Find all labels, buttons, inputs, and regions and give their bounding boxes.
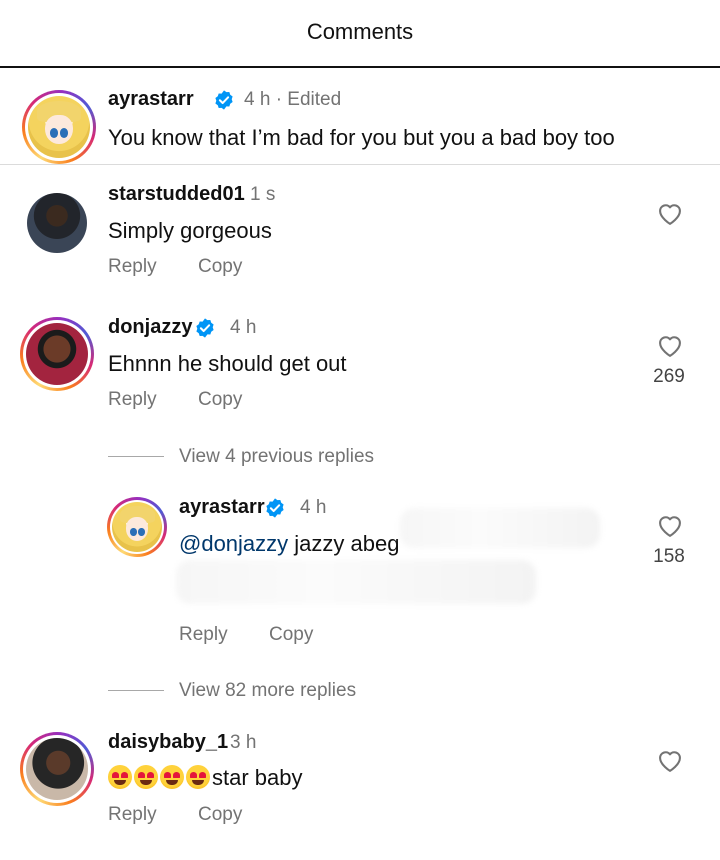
comment-username[interactable]: donjazzy — [108, 316, 192, 339]
copy-button[interactable]: Copy — [198, 256, 242, 278]
verified-badge-icon — [215, 90, 233, 110]
comment-time: 4 h — [230, 317, 257, 338]
reply-time: 4 h — [300, 497, 327, 518]
like-heart-icon[interactable] — [656, 512, 684, 538]
comment-username[interactable]: daisybaby_1 — [108, 731, 228, 754]
verified-badge-icon — [266, 498, 284, 518]
view-previous-replies[interactable]: View 4 previous replies — [179, 446, 374, 468]
comment-body: star baby — [212, 765, 303, 790]
heart-eyes-emoji-icon — [134, 765, 158, 789]
reply-body: jazzy abeg — [288, 531, 400, 556]
comment-text: Ehnnn he should get out — [108, 351, 347, 376]
comment-username[interactable]: starstudded01 — [108, 183, 245, 206]
heart-eyes-emoji-icon — [160, 765, 184, 789]
thread-line — [108, 456, 164, 457]
caption-meta: 4 h · Edited — [244, 89, 342, 110]
caption-divider — [0, 164, 720, 165]
comment-time: 3 h — [230, 732, 257, 753]
redacted-area — [400, 508, 600, 548]
avatar[interactable] — [112, 502, 162, 552]
like-heart-icon[interactable] — [656, 200, 684, 226]
reply-button[interactable]: Reply — [108, 389, 157, 411]
view-more-replies[interactable]: View 82 more replies — [179, 680, 356, 702]
heart-eyes-emoji-icon — [108, 765, 132, 789]
like-heart-icon[interactable] — [656, 747, 684, 773]
reply-text: @donjazzy jazzy abeg — [179, 531, 399, 557]
avatar[interactable] — [27, 193, 87, 253]
reply-button[interactable]: Reply — [179, 624, 228, 646]
avatar[interactable] — [26, 323, 88, 385]
like-heart-icon[interactable] — [656, 332, 684, 358]
page-title: Comments — [306, 19, 414, 44]
post-caption: ayrastarr 4 h · Edited You know that I’m… — [0, 68, 720, 164]
avatar[interactable] — [28, 96, 90, 158]
copy-button[interactable]: Copy — [198, 804, 242, 826]
reply-button[interactable]: Reply — [108, 804, 157, 826]
caption-username[interactable]: ayrastarr — [108, 88, 194, 111]
reply-username[interactable]: ayrastarr — [179, 496, 265, 519]
verified-badge-icon — [196, 318, 214, 338]
comment-text: Simply gorgeous — [108, 218, 272, 243]
reply-button[interactable]: Reply — [108, 256, 157, 278]
comments-header: Comments — [0, 0, 720, 68]
like-count: 269 — [653, 366, 685, 387]
comment-text: star baby — [108, 765, 303, 791]
copy-button[interactable]: Copy — [269, 624, 313, 646]
thread-line — [108, 690, 164, 691]
caption-text: You know that I’m bad for you but you a … — [108, 125, 615, 150]
copy-button[interactable]: Copy — [198, 389, 242, 411]
redacted-area — [176, 560, 536, 604]
like-count: 158 — [653, 546, 685, 567]
heart-eyes-emoji-icon — [186, 765, 210, 789]
mention-link[interactable]: @donjazzy — [179, 531, 288, 556]
comment-time: 1 s — [250, 184, 276, 205]
avatar[interactable] — [26, 738, 88, 800]
